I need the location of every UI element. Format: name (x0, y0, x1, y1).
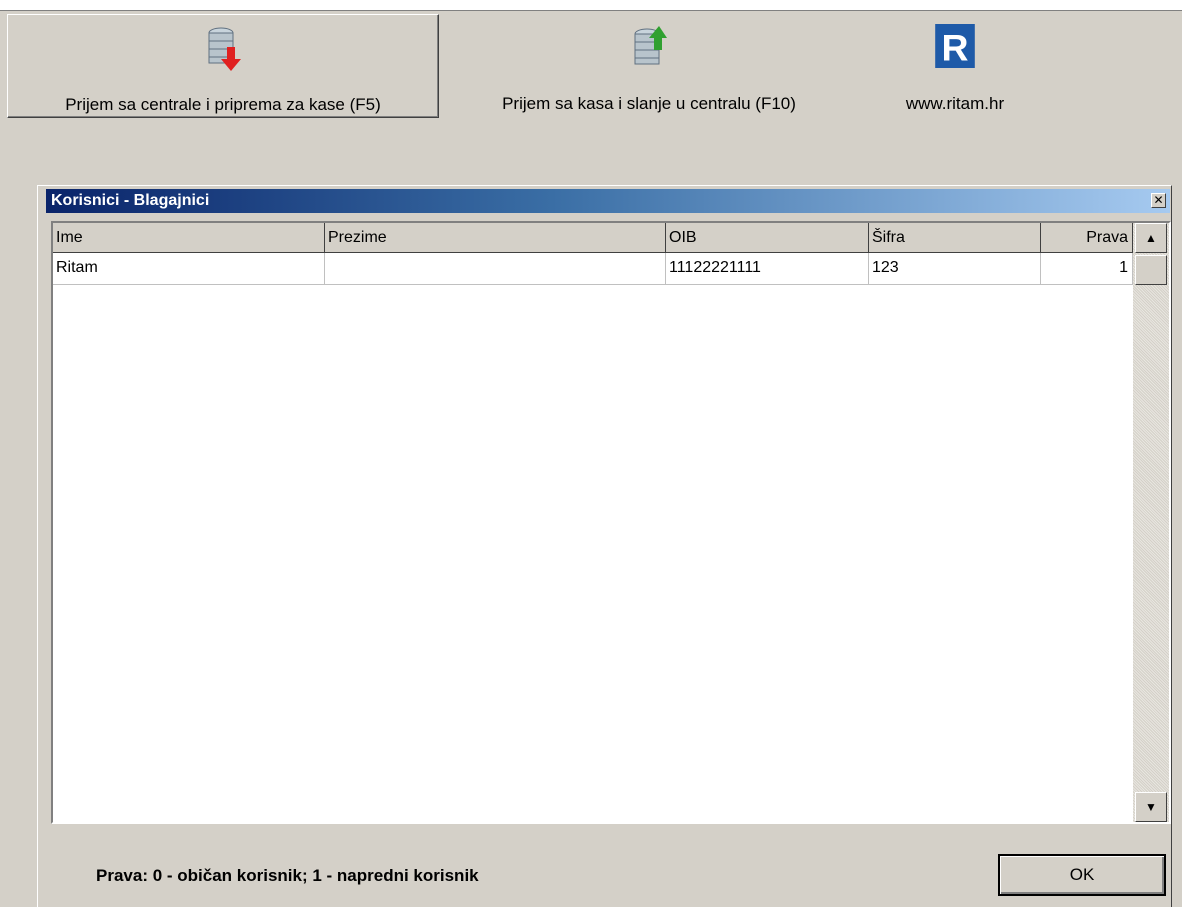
close-icon[interactable]: ✕ (1151, 193, 1166, 208)
svg-text:R: R (941, 26, 968, 68)
rights-legend: Prava: 0 - običan korisnik; 1 - napredni… (96, 866, 479, 885)
ritam-logo-icon: R (935, 24, 975, 68)
database-upload-icon (634, 26, 667, 65)
users-dialog: Korisnici - Blagajnici ✕ Ime Prezime OIB… (37, 185, 1172, 907)
table-cell-sifra[interactable]: 123 (869, 253, 1041, 285)
scroll-up-icon[interactable]: ▲ (1135, 223, 1167, 253)
column-header-prezime[interactable]: Prezime (325, 223, 666, 253)
table-cell-oib[interactable]: 11122221111 (666, 253, 869, 285)
column-header-ime[interactable]: Ime (53, 223, 325, 253)
website-label: www.ritam.hr (905, 94, 1005, 113)
grid-body: Ime Prezime OIB Šifra Prava Ritam 111222… (53, 223, 1134, 822)
window-top-edge (0, 0, 1182, 11)
dialog-title: Korisnici - Blagajnici (51, 192, 210, 209)
dialog-titlebar: Korisnici - Blagajnici ✕ (46, 189, 1170, 213)
website-link-button[interactable]: R www.ritam.hr (862, 14, 1048, 118)
send-to-central-label: Prijem sa kasa i slanje u centralu (F10) (502, 94, 796, 113)
ok-button[interactable]: OK (998, 854, 1166, 896)
table-cell-ime[interactable]: Ritam (53, 253, 325, 285)
database-download-icon (208, 27, 241, 71)
column-header-oib[interactable]: OIB (666, 223, 869, 253)
scroll-down-icon[interactable]: ▼ (1135, 792, 1167, 822)
column-header-sifra[interactable]: Šifra (869, 223, 1041, 253)
send-to-central-button[interactable]: Prijem sa kasa i slanje u centralu (F10) (442, 14, 856, 118)
vertical-scrollbar[interactable]: ▲ ▼ (1133, 223, 1169, 822)
users-grid[interactable]: Ime Prezime OIB Šifra Prava Ritam 111222… (51, 221, 1171, 824)
receive-from-central-label: Prijem sa centrale i priprema za kase (F… (65, 95, 381, 114)
scroll-thumb[interactable] (1135, 255, 1167, 285)
table-cell-prava[interactable]: 1 (1041, 253, 1133, 285)
receive-from-central-button[interactable]: Prijem sa centrale i priprema za kase (F… (7, 14, 439, 118)
column-header-prava[interactable]: Prava (1041, 223, 1133, 253)
table-cell-prezime[interactable] (325, 253, 666, 285)
